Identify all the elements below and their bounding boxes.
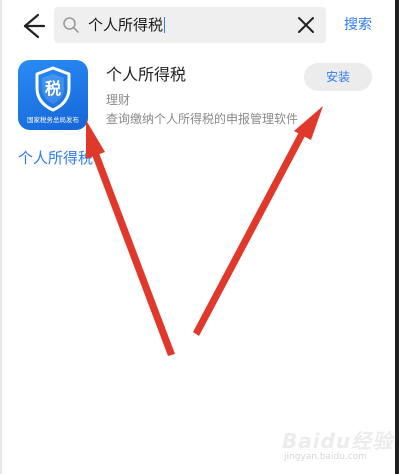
- app-name: 个人所得税: [106, 65, 187, 84]
- watermark-url: jingyan.baidu.com: [284, 452, 368, 462]
- search-query-text: 个人所得税: [88, 14, 166, 36]
- clear-search-button[interactable]: [296, 15, 316, 35]
- app-icon[interactable]: 税 国家税务总局发布: [18, 60, 88, 130]
- watermark-text: Baidu经验: [282, 429, 394, 453]
- back-button[interactable]: [16, 10, 48, 42]
- search-icon: [63, 17, 79, 33]
- close-icon: [298, 17, 314, 33]
- search-query-value: 个人所得税: [88, 16, 164, 34]
- search-suggestion-link[interactable]: 个人所得税: [18, 148, 93, 168]
- watermark-logo: Baidu经验: [280, 423, 394, 453]
- search-input[interactable]: 个人所得税: [54, 7, 326, 43]
- install-button[interactable]: 安装: [304, 63, 372, 91]
- back-arrow-icon: [23, 13, 46, 39]
- app-icon-caption: 国家税务总局发布: [27, 116, 79, 124]
- app-icon-glyph: 税: [45, 79, 61, 98]
- shield-icon: 税: [35, 66, 71, 112]
- frame-right-edge: [395, 0, 399, 474]
- app-category: 理财: [106, 93, 131, 107]
- text-caret: [164, 17, 166, 33]
- search-button[interactable]: 搜索: [344, 15, 372, 35]
- app-description: 查询缴纳个人所得税的申报管理软件: [106, 112, 299, 126]
- search-top-bar: 个人所得税 搜索: [0, 0, 395, 52]
- app-result-item[interactable]: 税 国家税务总局发布 个人所得税 理财 查询缴纳个人所得税的申报管理软件 安装: [0, 52, 395, 144]
- arrow-to-app-icon: [86, 120, 175, 356]
